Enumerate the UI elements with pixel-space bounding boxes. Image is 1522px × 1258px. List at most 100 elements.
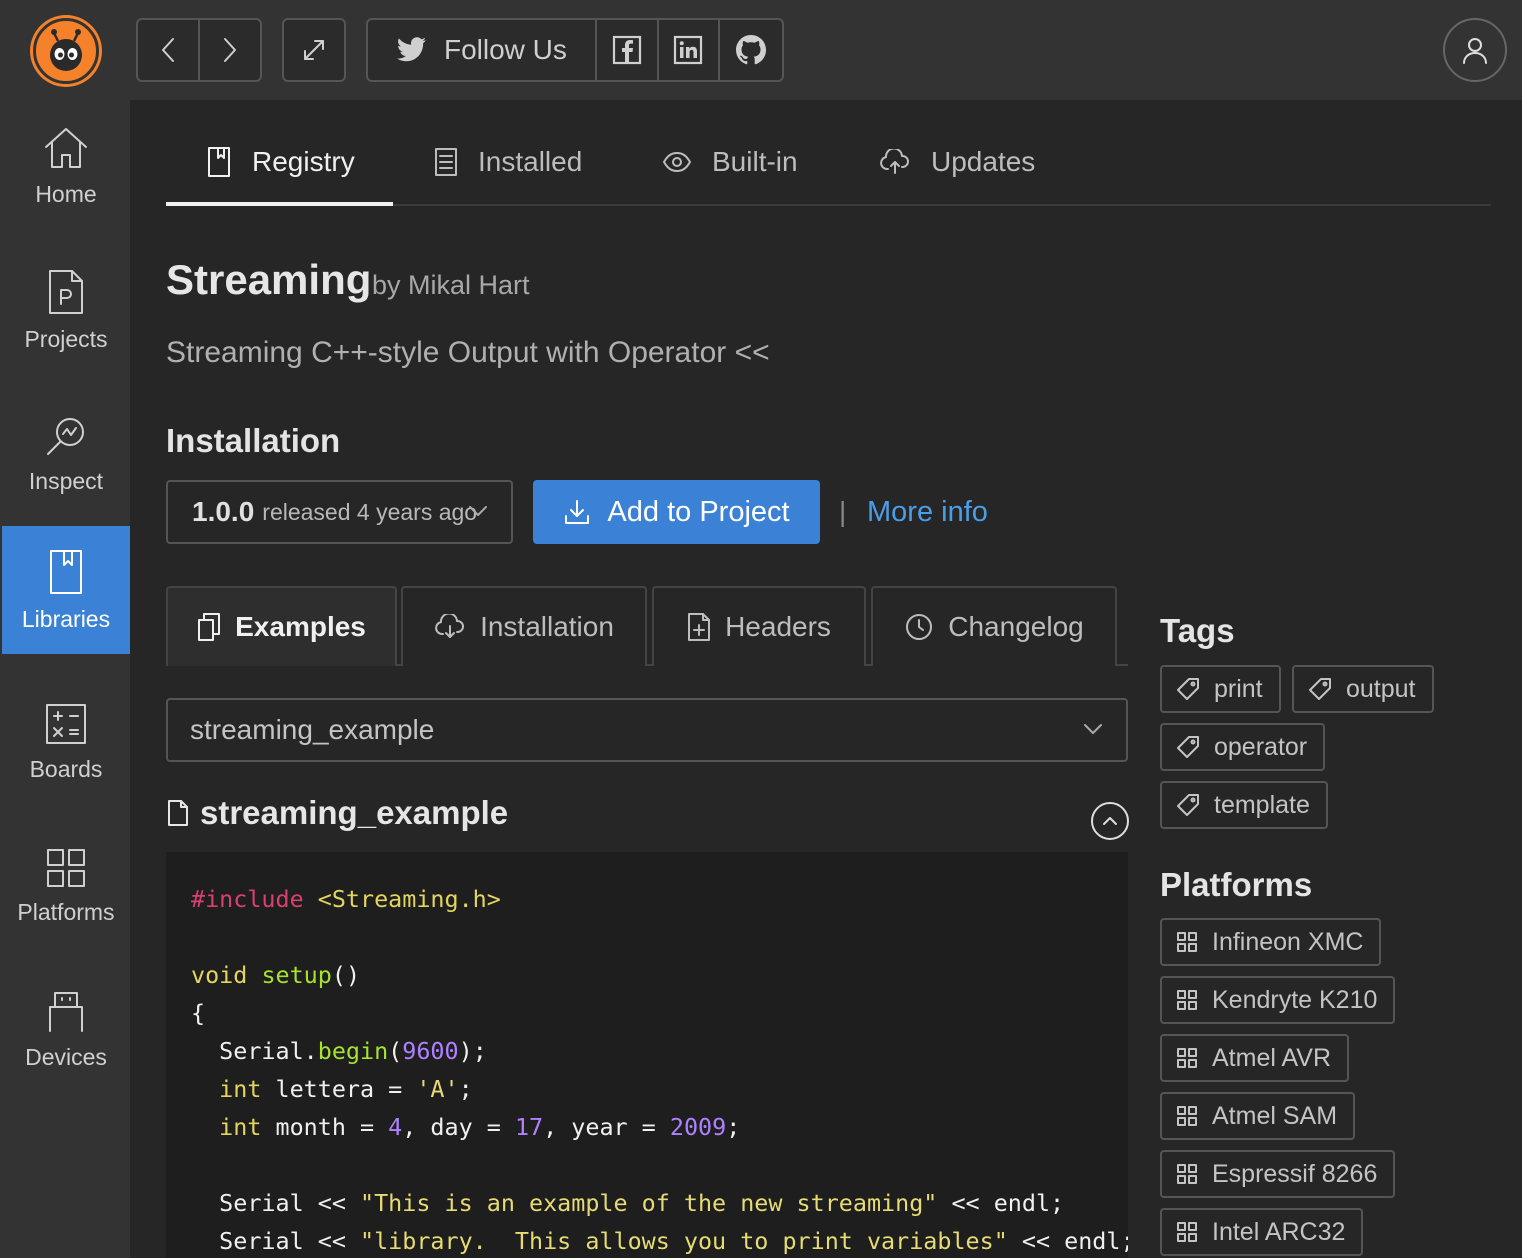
platform-grid-icon bbox=[1177, 1222, 1197, 1242]
github-button[interactable] bbox=[720, 20, 782, 80]
tab-label: Registry bbox=[252, 146, 355, 177]
platform-grid-icon bbox=[1177, 1048, 1197, 1068]
tag-icon bbox=[1177, 736, 1199, 758]
chevron-up-icon bbox=[1103, 817, 1117, 825]
back-button[interactable] bbox=[138, 20, 200, 80]
linkedin-icon bbox=[674, 35, 703, 65]
tab-changelog[interactable]: Changelog bbox=[871, 586, 1117, 666]
sidebar-item-projects[interactable]: Projects bbox=[2, 246, 130, 374]
platform-grid-icon bbox=[1177, 1164, 1197, 1184]
installed-icon bbox=[435, 148, 457, 176]
sidebar-item-libraries[interactable]: Libraries bbox=[2, 526, 130, 654]
sidebar-item-platforms[interactable]: Platforms bbox=[2, 822, 130, 950]
code-block[interactable]: #include <Streaming.h> void setup() { Se… bbox=[166, 852, 1128, 1258]
sidebar-item-home[interactable]: Home bbox=[2, 102, 130, 230]
platform-chip[interactable]: Espressif 8266 bbox=[1160, 1150, 1396, 1198]
github-icon bbox=[736, 35, 767, 65]
linkedin-button[interactable] bbox=[659, 20, 721, 80]
tab-label: Headers bbox=[725, 611, 831, 642]
platform-grid-icon bbox=[1177, 932, 1197, 952]
sidebar-item-inspect[interactable]: Inspect bbox=[2, 390, 130, 518]
account-button[interactable] bbox=[1443, 18, 1507, 82]
platformio-logo[interactable] bbox=[33, 18, 99, 84]
tag-chip-print[interactable]: print bbox=[1160, 665, 1281, 713]
platform-label: Atmel AVR bbox=[1212, 1043, 1332, 1072]
tab-headers[interactable]: Headers bbox=[652, 586, 866, 666]
tag-chip-output[interactable]: output bbox=[1292, 665, 1434, 713]
sidebar-item-label: Devices bbox=[25, 1043, 107, 1070]
tag-icon bbox=[1177, 794, 1199, 816]
platform-chip[interactable]: Atmel SAM bbox=[1160, 1092, 1356, 1140]
eye-icon bbox=[663, 152, 691, 172]
inspect-icon bbox=[47, 417, 84, 455]
sidebar-item-devices[interactable]: Devices bbox=[2, 966, 130, 1094]
add-to-project-label: Add to Project bbox=[607, 495, 790, 528]
fullscreen-button[interactable] bbox=[284, 20, 344, 80]
example-select[interactable]: streaming_example bbox=[166, 698, 1128, 762]
project-file-icon bbox=[49, 269, 83, 314]
download-icon bbox=[565, 500, 590, 524]
library-title: Streaming bbox=[166, 256, 372, 303]
platform-label: Atmel SAM bbox=[1212, 1101, 1338, 1130]
tag-chip-template[interactable]: template bbox=[1160, 781, 1328, 829]
clock-icon bbox=[906, 614, 933, 640]
tag-icon bbox=[1309, 678, 1331, 700]
tag-label: print bbox=[1214, 674, 1263, 703]
platform-label: Infineon XMC bbox=[1212, 927, 1364, 956]
platform-chip[interactable]: Atmel AVR bbox=[1160, 1034, 1350, 1082]
facebook-button[interactable] bbox=[597, 20, 659, 80]
more-info-link[interactable]: More info bbox=[867, 496, 988, 529]
file-plus-icon bbox=[688, 613, 711, 641]
registry-icon bbox=[208, 147, 230, 177]
example-file-header: streaming_example bbox=[166, 794, 508, 832]
expand-icon bbox=[304, 40, 324, 60]
library-author: by Mikal Hart bbox=[372, 270, 530, 300]
tags-heading: Tags bbox=[1160, 612, 1235, 649]
platform-chip[interactable]: Infineon XMC bbox=[1160, 918, 1382, 966]
example-file-title: streaming_example bbox=[200, 794, 509, 831]
tab-installation[interactable]: Installation bbox=[401, 586, 647, 666]
installation-heading: Installation bbox=[166, 422, 341, 459]
platform-chip[interactable]: Intel ARC32 bbox=[1160, 1208, 1364, 1256]
sidebar-item-label: Projects bbox=[24, 325, 108, 352]
sidebar-item-label: Inspect bbox=[28, 467, 104, 494]
add-to-project-button[interactable]: Add to Project bbox=[533, 480, 820, 544]
version-select[interactable]: 1.0.0 released 4 years ago bbox=[166, 480, 513, 544]
copy-icon bbox=[198, 613, 221, 641]
library-description: Streaming C++-style Output with Operator… bbox=[166, 336, 770, 369]
tab-installed[interactable]: Installed bbox=[434, 138, 582, 186]
history-nav-group bbox=[136, 18, 262, 82]
tab-examples[interactable]: Examples bbox=[166, 586, 397, 666]
top-bar: Follow Us bbox=[0, 0, 1522, 100]
tag-label: template bbox=[1214, 790, 1310, 819]
tab-built-in[interactable]: Built-in bbox=[662, 138, 798, 186]
tab-label: Built-in bbox=[712, 146, 798, 177]
chevron-down-icon bbox=[469, 506, 487, 516]
example-source-code: #include <Streaming.h> void setup() { Se… bbox=[191, 885, 1128, 1255]
collapse-button[interactable] bbox=[1091, 802, 1129, 840]
boards-icon bbox=[46, 703, 86, 744]
tag-chip-operator[interactable]: operator bbox=[1160, 723, 1326, 771]
platforms-heading: Platforms bbox=[1160, 866, 1313, 903]
platform-chip[interactable]: Kendryte K210 bbox=[1160, 976, 1396, 1024]
tab-label: Examples bbox=[235, 611, 366, 642]
chevron-right-icon bbox=[224, 38, 236, 62]
sidebar-item-label: Libraries bbox=[21, 605, 111, 632]
platform-label: Intel ARC32 bbox=[1212, 1217, 1346, 1246]
devices-icon bbox=[49, 991, 83, 1032]
detail-tabs: Examples Installation Headers Changelog bbox=[166, 586, 1128, 666]
tab-registry[interactable]: Registry bbox=[206, 138, 355, 186]
tab-updates[interactable]: Updates bbox=[879, 138, 1035, 186]
link-separator: | bbox=[839, 496, 847, 527]
sidebar-item-boards[interactable]: Boards bbox=[2, 678, 130, 806]
platform-label: Kendryte K210 bbox=[1212, 985, 1378, 1014]
tag-label: output bbox=[1346, 674, 1416, 703]
tab-label: Installation bbox=[480, 611, 614, 642]
tab-label: Changelog bbox=[948, 611, 1084, 642]
forward-button[interactable] bbox=[200, 20, 260, 80]
follow-us-twitter-button[interactable]: Follow Us bbox=[368, 20, 597, 80]
chevron-down-icon bbox=[1084, 724, 1102, 734]
follow-us-label: Follow Us bbox=[443, 34, 567, 65]
expand-group bbox=[282, 18, 346, 82]
home-icon bbox=[45, 127, 87, 168]
